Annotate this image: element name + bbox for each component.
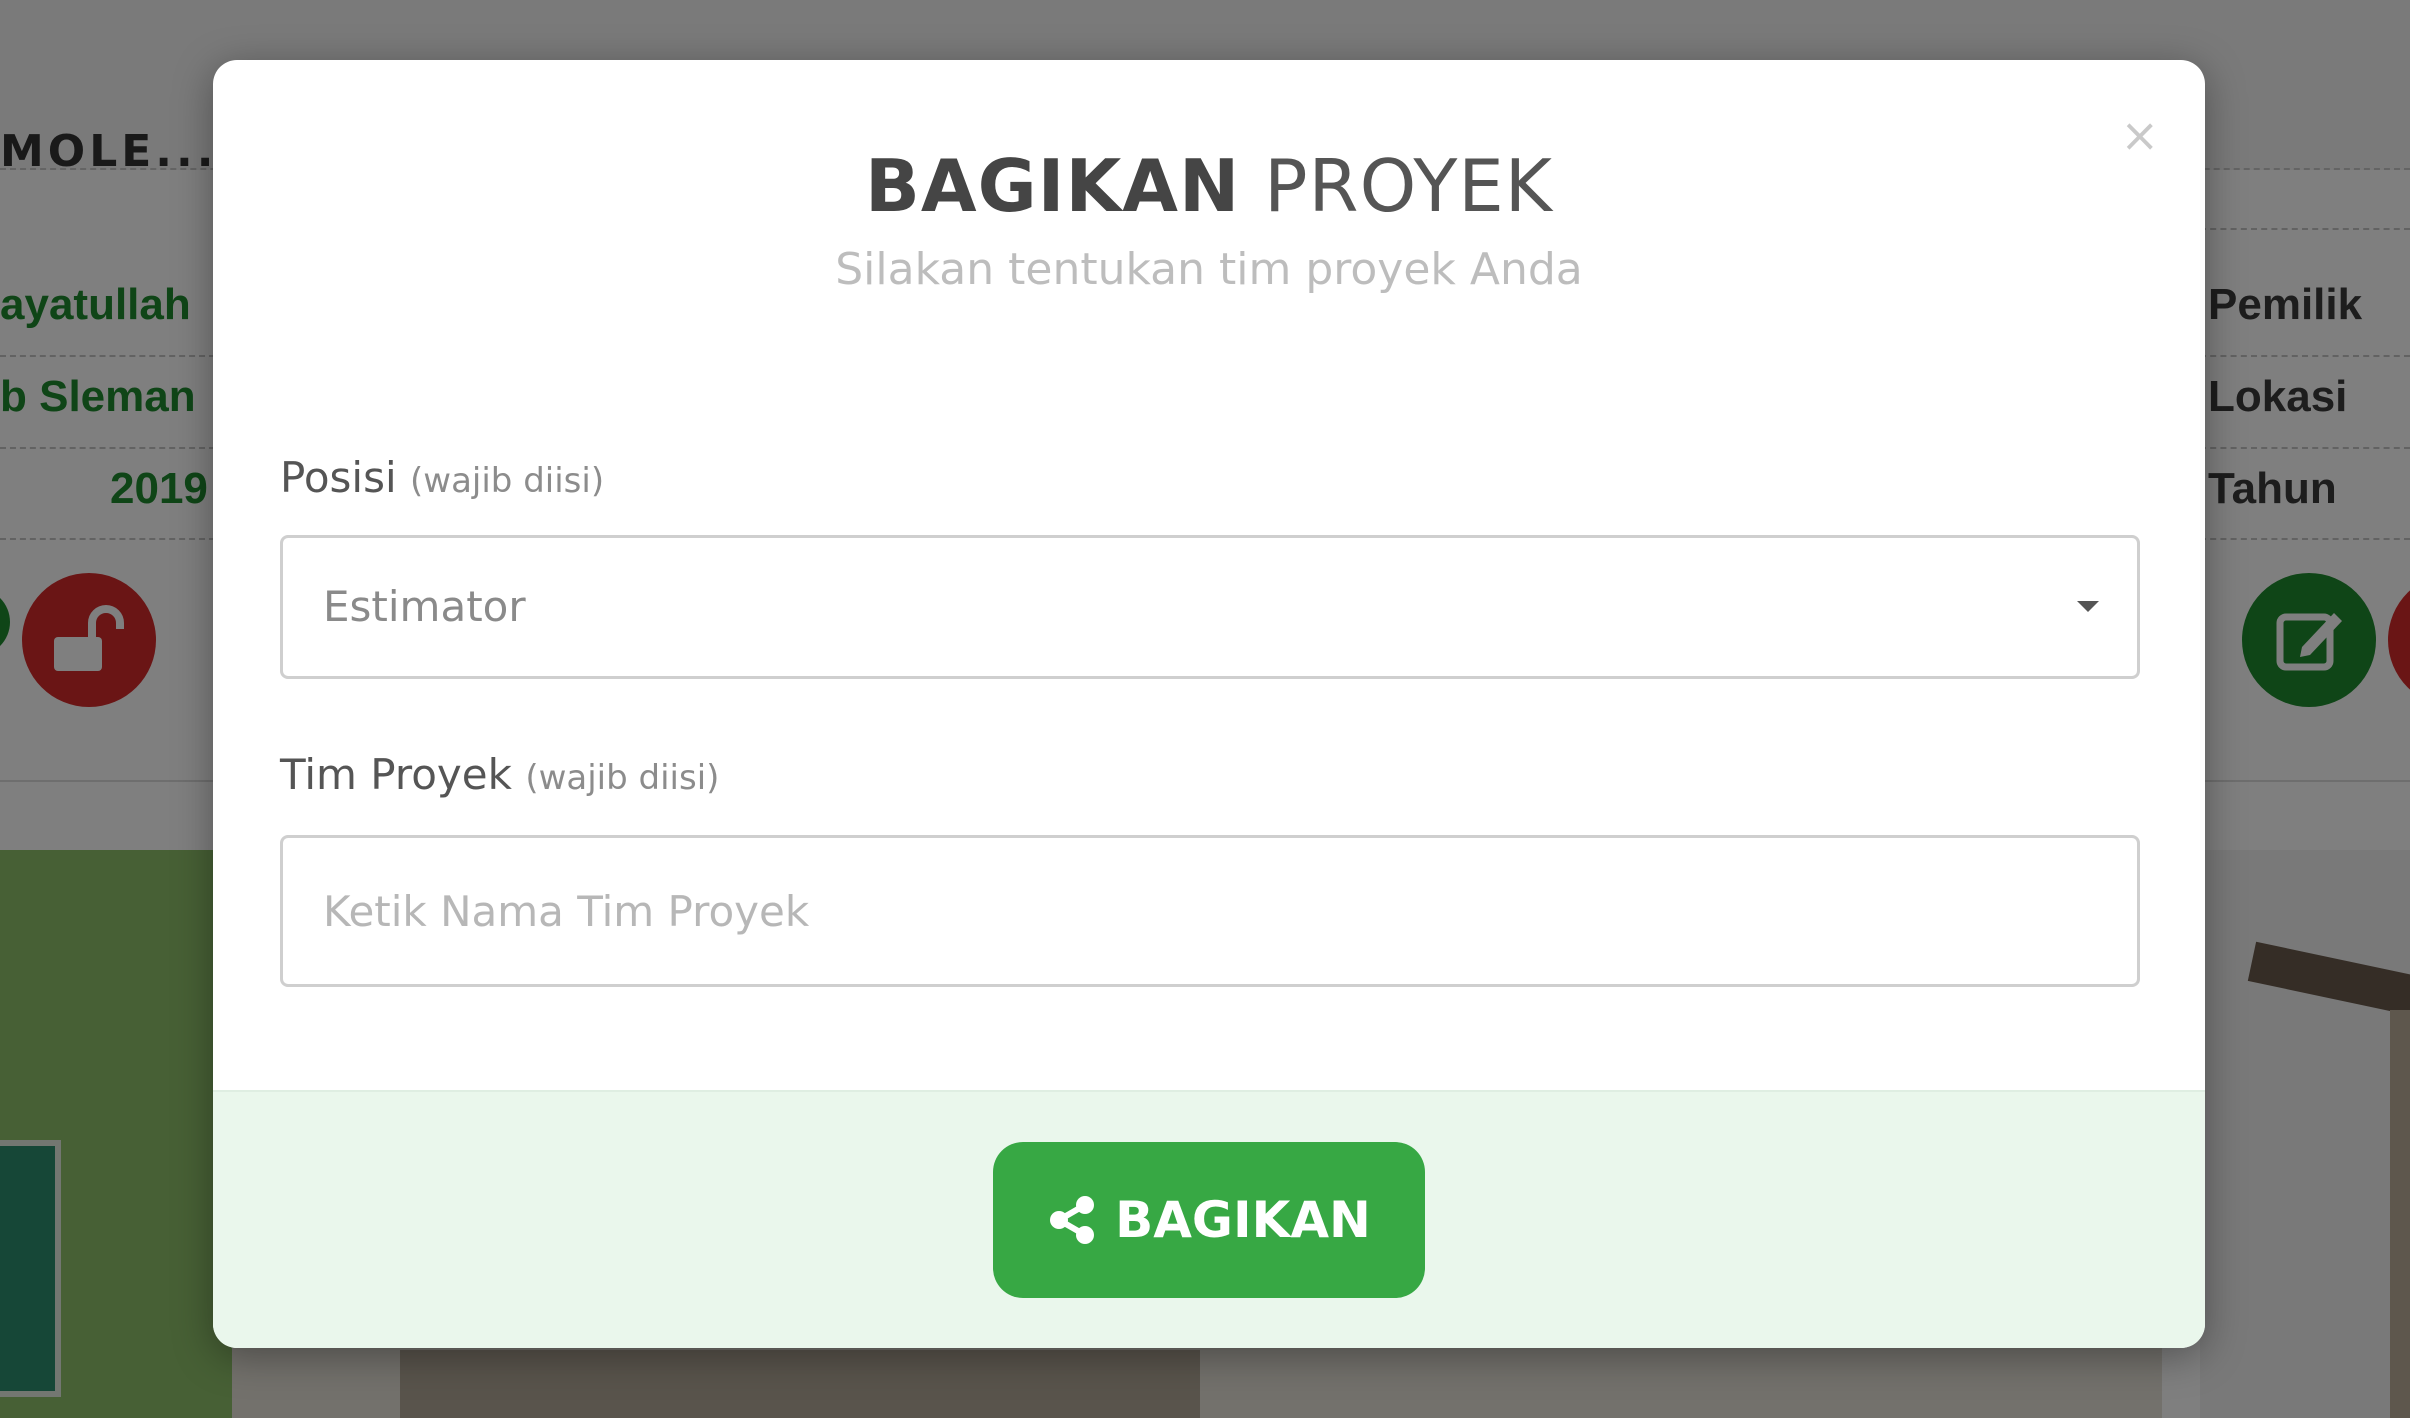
tim-proyek-label-text: Tim Proyek [280,750,512,799]
share-button-label: BAGIKAN [1115,1191,1371,1249]
modal-subtitle: Silakan tentukan tim proyek Anda [835,244,1583,295]
tim-proyek-label: Tim Proyek (wajib diisi) [280,750,719,799]
share-project-modal: × BAGIKAN PROYEK Silakan tentukan tim pr… [213,60,2205,1348]
posisi-label-text: Posisi [280,453,397,502]
posisi-required-note: (wajib diisi) [410,461,605,501]
chevron-down-icon [2077,601,2099,612]
modal-title-light: PROYEK [1264,144,1554,228]
tim-proyek-input[interactable] [280,835,2140,987]
modal-footer: BAGIKAN [213,1090,2205,1348]
modal-title: BAGIKAN PROYEK [213,144,2205,228]
modal-title-bold: BAGIKAN [864,144,1241,228]
tim-proyek-required-note: (wajib diisi) [525,758,720,798]
share-icon [1050,1196,1095,1244]
share-button[interactable]: BAGIKAN [993,1142,1425,1298]
posisi-label: Posisi (wajib diisi) [280,453,604,502]
posisi-select[interactable]: Estimator [280,535,2140,679]
posisi-selected-value: Estimator [323,582,526,631]
